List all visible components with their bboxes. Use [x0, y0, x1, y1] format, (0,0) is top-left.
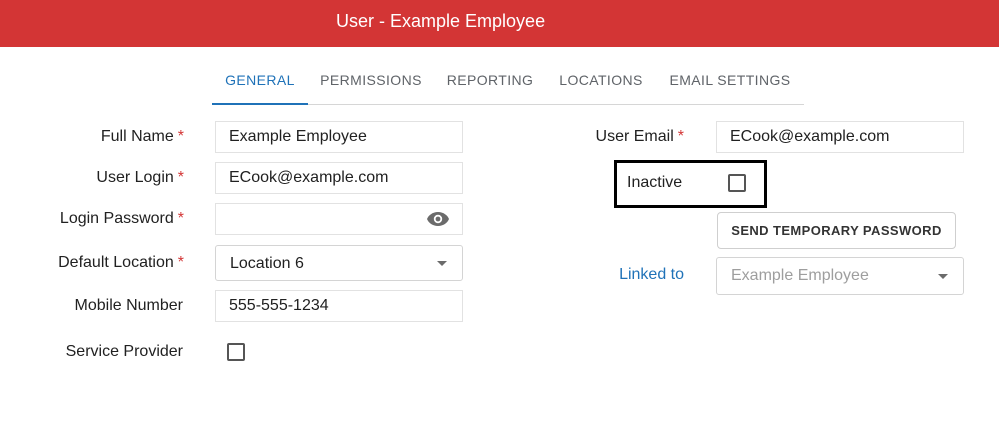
linked-to-select[interactable]: Example Employee [716, 257, 964, 295]
chevron-down-icon [938, 274, 948, 279]
page-title: User - Example Employee [336, 11, 546, 31]
send-temporary-password-button[interactable]: SEND TEMPORARY PASSWORD [717, 212, 956, 249]
tab-permissions[interactable]: PERMISSIONS [316, 58, 426, 104]
eye-icon[interactable] [426, 211, 450, 227]
required-marker: * [177, 169, 184, 186]
default-location-label-text: Default Location [58, 254, 174, 271]
linked-to-label: Linked to [619, 266, 684, 283]
login-password-label: Login Password * [60, 210, 184, 228]
inactive-checkbox[interactable] [728, 174, 746, 192]
user-email-label-text: User Email [595, 128, 674, 145]
tab-reporting[interactable]: REPORTING [442, 58, 538, 104]
mobile-number-value: 555-555-1234 [229, 297, 329, 314]
tab-email-settings[interactable]: EMAIL SETTINGS [664, 58, 796, 104]
user-email-value: ECook@example.com [730, 128, 890, 145]
user-login-field[interactable]: ECook@example.com [215, 162, 463, 194]
linked-to-placeholder: Example Employee [731, 267, 869, 284]
mobile-number-label: Mobile Number [74, 297, 183, 314]
tab-locations[interactable]: LOCATIONS [554, 58, 648, 104]
mobile-number-field[interactable]: 555-555-1234 [215, 290, 463, 322]
tab-general[interactable]: GENERAL [212, 58, 308, 105]
default-location-value: Location 6 [230, 255, 304, 272]
user-login-value: ECook@example.com [229, 169, 389, 186]
app-header: User - Example Employee [0, 0, 999, 47]
user-login-label-text: User Login [96, 169, 174, 186]
full-name-label: Full Name * [101, 128, 184, 146]
inactive-label: Inactive [627, 174, 683, 191]
service-provider-checkbox[interactable] [227, 343, 245, 361]
required-marker: * [177, 254, 184, 271]
required-marker: * [177, 210, 184, 227]
user-email-field[interactable]: ECook@example.com [716, 121, 964, 153]
tab-bar: GENERAL PERMISSIONS REPORTING LOCATIONS … [212, 58, 804, 105]
default-location-label: Default Location * [58, 254, 184, 272]
user-email-label: User Email * [596, 128, 684, 146]
login-password-label-text: Login Password [59, 210, 174, 227]
required-marker: * [677, 128, 684, 145]
full-name-label-text: Full Name [100, 128, 174, 145]
required-marker: * [177, 128, 184, 145]
service-provider-label: Service Provider [65, 343, 183, 360]
default-location-select[interactable]: Location 6 [215, 245, 463, 281]
chevron-down-icon [437, 261, 447, 266]
full-name-field[interactable]: Example Employee [215, 121, 463, 153]
full-name-value: Example Employee [229, 128, 367, 145]
user-login-label: User Login * [96, 169, 184, 187]
